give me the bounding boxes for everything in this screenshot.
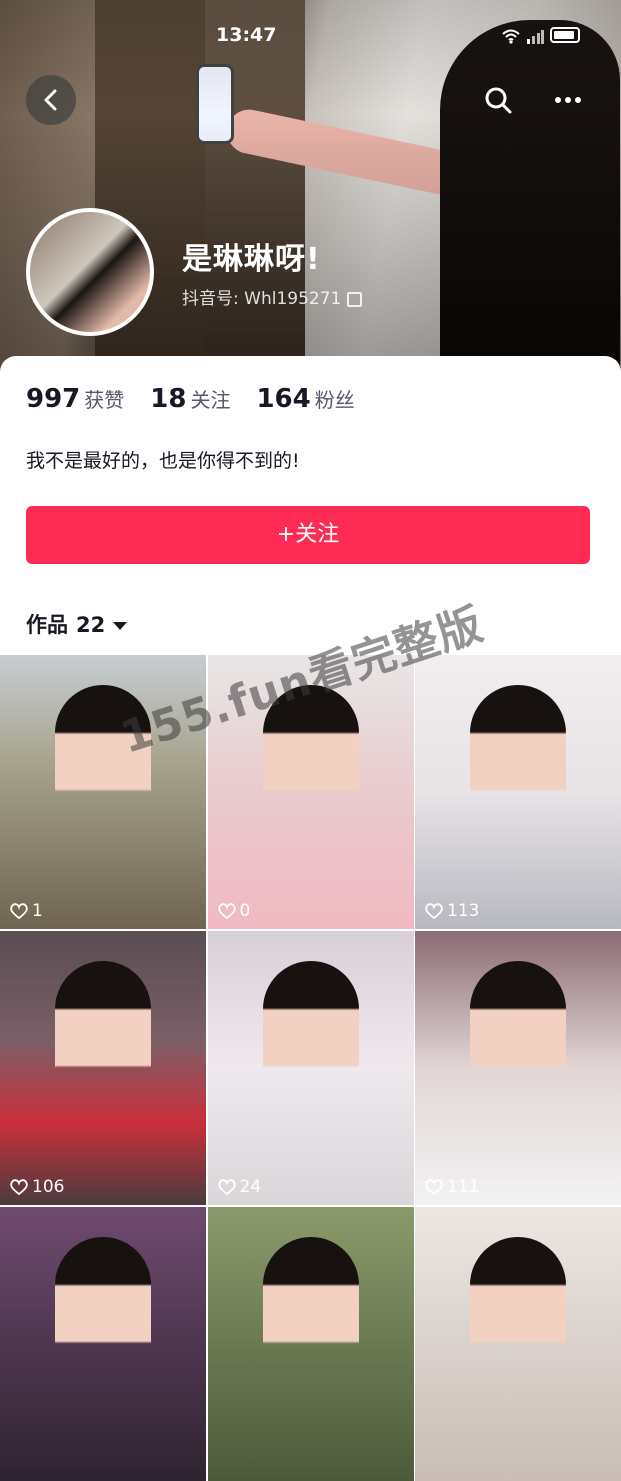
video-thumbnail[interactable]: 106: [0, 931, 206, 1205]
stat-followers[interactable]: 164 粉丝: [256, 384, 354, 414]
battery-icon: [550, 27, 580, 43]
video-thumbnail[interactable]: 24: [207, 931, 414, 1205]
heart-icon: [10, 1179, 28, 1195]
thumbnail-figure: [262, 685, 359, 929]
account-id-text: 抖音号: Whl195271: [182, 289, 342, 309]
like-count: 113: [425, 901, 479, 921]
more-icon[interactable]: [550, 82, 586, 118]
status-bar: 13:47: [0, 22, 621, 52]
caret-down-icon: [113, 622, 128, 630]
thumbnail-figure: [470, 961, 566, 1205]
avatar[interactable]: [26, 208, 154, 336]
video-thumbnail[interactable]: 111: [415, 931, 621, 1205]
heart-icon: [217, 903, 236, 919]
stat-value: 164: [256, 384, 311, 414]
thumbnail-figure: [55, 1237, 151, 1481]
video-thumbnail[interactable]: [0, 1207, 206, 1481]
heart-icon: [10, 903, 28, 919]
like-count-text: 24: [239, 1177, 262, 1197]
like-count: 111: [425, 1177, 479, 1197]
thumbnail-figure: [262, 1237, 359, 1481]
heart-icon: [425, 1179, 443, 1195]
thumbnail-figure: [55, 961, 151, 1205]
like-count: 24: [217, 1177, 262, 1197]
video-thumbnail[interactable]: [415, 1207, 621, 1481]
bio-text: 我不是最好的，也是你得不到的!: [26, 450, 300, 472]
tab-works-count: 22: [76, 613, 106, 637]
signal-icon: [527, 30, 544, 44]
heart-icon: [217, 1179, 236, 1195]
back-arrow-icon: [44, 89, 57, 111]
like-count: 106: [10, 1177, 64, 1197]
like-count-text: 106: [32, 1177, 65, 1197]
stat-value: 997: [26, 384, 81, 414]
video-grid: 1 0 113 106 24 111: [0, 655, 621, 1481]
stat-likes[interactable]: 997 获赞: [26, 384, 124, 414]
profile-card: 997 获赞 18 关注 164 粉丝 我不是最好的，也是你得不到的! +关注 作品 2…: [0, 356, 621, 1481]
like-count-text: 111: [447, 1177, 480, 1197]
heart-icon: [425, 903, 443, 919]
status-time: 13:47: [216, 24, 277, 46]
tab-works-label: 作品: [26, 613, 68, 637]
stat-label: 关注: [190, 388, 231, 412]
like-count: 0: [217, 901, 251, 921]
like-count-text: 0: [239, 901, 251, 921]
thumbnail-figure: [470, 685, 566, 929]
thumbnail-figure: [262, 961, 359, 1205]
copy-icon[interactable]: [347, 291, 363, 307]
stat-value: 18: [150, 384, 187, 414]
stats-row: 997 获赞 18 关注 164 粉丝: [26, 384, 355, 414]
thumbnail-figure: [470, 1237, 566, 1481]
video-thumbnail[interactable]: [207, 1207, 414, 1481]
stat-label: 获赞: [84, 388, 125, 412]
tab-works[interactable]: 作品 22: [26, 609, 128, 639]
like-count: 1: [10, 901, 43, 921]
stat-following[interactable]: 18 关注: [150, 384, 230, 414]
like-count-text: 113: [447, 901, 480, 921]
video-thumbnail[interactable]: 113: [415, 655, 621, 929]
search-icon[interactable]: [480, 82, 516, 118]
profile-name: 是琳琳呀!: [182, 242, 321, 277]
stat-label: 粉丝: [314, 388, 355, 412]
like-count-text: 1: [32, 901, 43, 921]
follow-button[interactable]: +关注: [26, 506, 590, 564]
account-id[interactable]: 抖音号: Whl195271: [182, 284, 363, 309]
back-button[interactable]: [26, 75, 76, 125]
wifi-icon: [502, 29, 520, 44]
